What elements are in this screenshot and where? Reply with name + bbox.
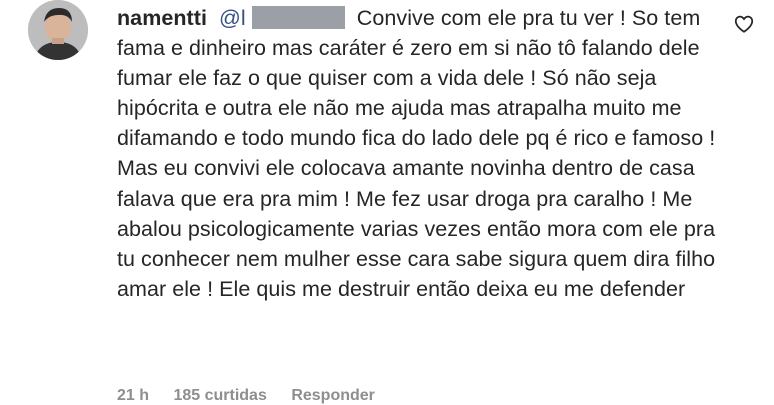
comment-mention[interactable]: @l <box>219 6 246 30</box>
comment-likes[interactable]: 185 curtidas <box>173 387 266 404</box>
avatar[interactable] <box>28 0 88 60</box>
heart-outline-icon[interactable] <box>733 13 755 35</box>
avatar-photo <box>28 0 88 60</box>
redacted-mention-block <box>251 6 345 29</box>
comment-body: namentti @l Convive com ele pra tu ver !… <box>117 3 727 304</box>
reply-button[interactable]: Responder <box>291 387 375 404</box>
comment-time: 21 h <box>117 387 150 404</box>
comment-meta: 21 h 185 curtidas Responder <box>117 387 395 405</box>
comment-username[interactable]: namentti <box>117 6 207 30</box>
comment-text: Convive com ele pra tu ver ! So tem fama… <box>117 6 716 301</box>
